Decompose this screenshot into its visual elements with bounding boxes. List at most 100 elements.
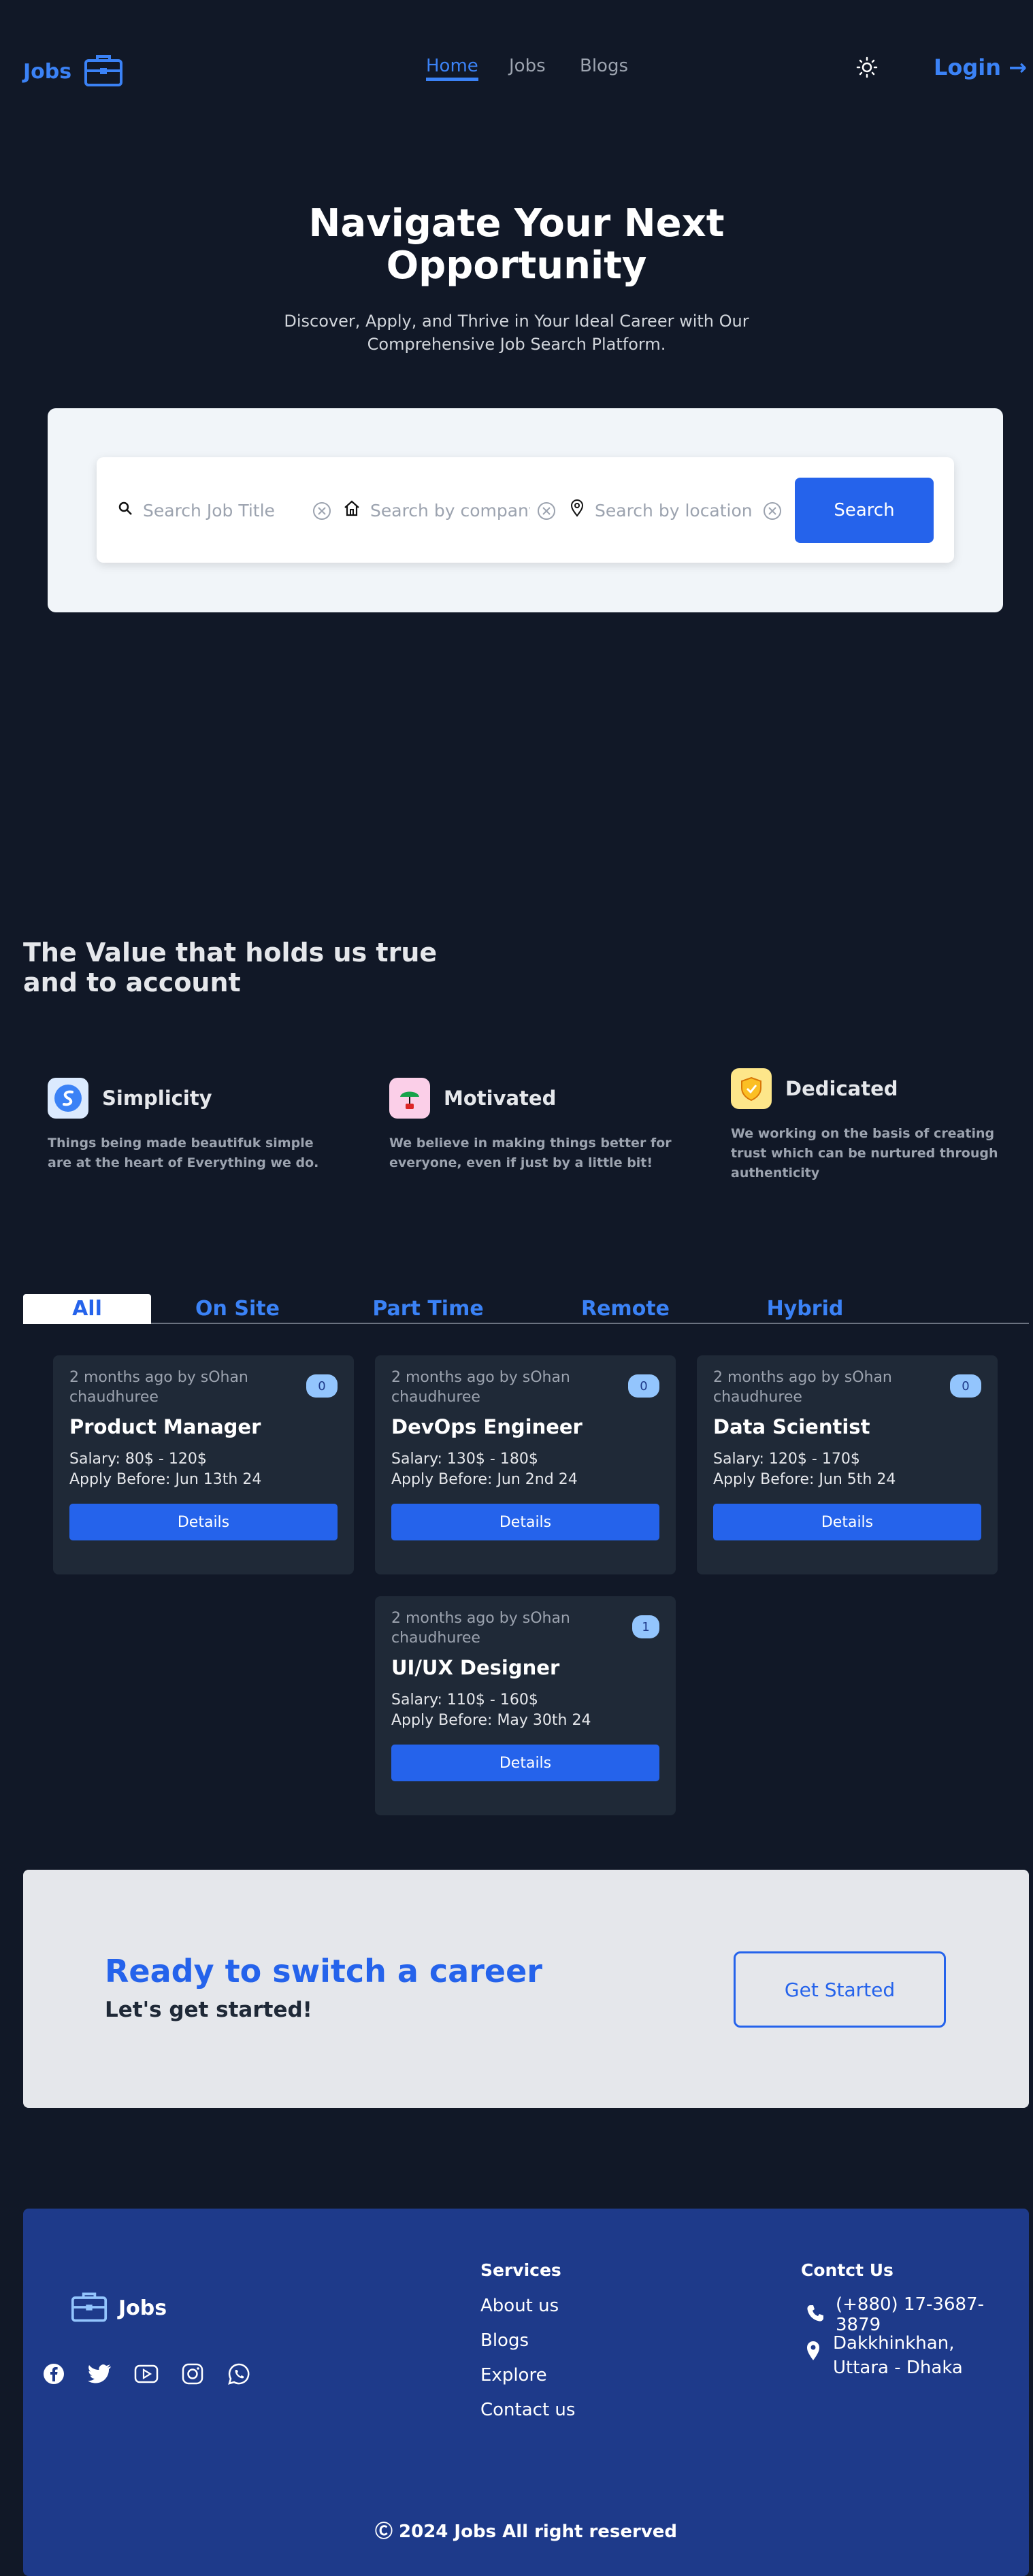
nav-home[interactable]: Home <box>426 56 478 81</box>
job-apply-before: Apply Before: Jun 2nd 24 <box>391 1471 578 1488</box>
value-desc-line: We believe in making things better for <box>389 1136 672 1151</box>
hero-title: Navigate Your Next Opportunity <box>0 203 1033 287</box>
tab-part-time[interactable]: Part Time <box>363 1294 493 1324</box>
details-button[interactable]: Details <box>69 1504 338 1540</box>
search-icon <box>117 500 133 521</box>
simplicity-icon <box>48 1078 88 1119</box>
job-card: 2 months ago by sOhan chaudhuree 0 DevOps… <box>375 1355 676 1574</box>
job-salary: Salary: 120$ - 170$ <box>713 1451 860 1468</box>
hero-subtitle-line1: Discover, Apply, and Thrive in Your Idea… <box>284 312 749 331</box>
logo-text: Jobs <box>23 59 72 84</box>
phone-number[interactable]: (+880) 17-3687-3879 <box>836 2294 1029 2335</box>
footer-logo[interactable]: Jobs <box>71 2290 167 2326</box>
navbar: Jobs Home Jobs Blogs Login → <box>0 41 1033 95</box>
job-card: 2 months ago by sOhan chaudhuree 0 Produc… <box>53 1355 354 1574</box>
cta-title: Ready to switch a career <box>105 1953 542 1989</box>
job-meta: 2 months ago by sOhan chaudhuree <box>391 1368 616 1407</box>
details-button[interactable]: Details <box>713 1504 981 1540</box>
theme-toggle-sun-icon[interactable] <box>856 56 878 81</box>
job-salary: Salary: 80$ - 120$ <box>69 1451 207 1468</box>
address-row: Dakkhinkhan, Uttara - Dhaka <box>806 2331 963 2380</box>
job-meta-line: chaudhuree <box>391 1630 480 1647</box>
tab-hybrid[interactable]: Hybrid <box>747 1294 863 1324</box>
value-description: We working on the basis of creating trus… <box>731 1124 1003 1183</box>
nav-blogs[interactable]: Blogs <box>580 56 628 76</box>
value-description: We believe in making things better for e… <box>389 1134 675 1173</box>
values-title: The Value that holds us true and to acco… <box>23 938 437 997</box>
value-title: Motivated <box>444 1087 557 1110</box>
company-field[interactable]: Search by company <box>343 497 530 524</box>
job-title: Data Scientist <box>713 1415 870 1438</box>
clear-company-icon[interactable] <box>536 501 557 524</box>
footer-link-blogs[interactable]: Blogs <box>480 2330 529 2351</box>
contact-heading: Contct Us <box>801 2260 893 2280</box>
facebook-icon[interactable] <box>41 2361 67 2387</box>
instagram-icon[interactable] <box>180 2361 206 2387</box>
value-desc-line: everyone, even if just by a little bit! <box>389 1155 653 1170</box>
whatsapp-icon[interactable] <box>226 2361 252 2387</box>
tab-all[interactable]: All <box>23 1294 151 1324</box>
youtube-icon[interactable] <box>133 2361 159 2387</box>
map-pin-icon <box>806 2341 821 2364</box>
copyright: Ⓒ 2024 Jobs All right reserved <box>374 2522 678 2542</box>
job-title-input[interactable]: Search Job Title <box>143 501 275 521</box>
footer: Jobs Services About us Blogs Explore Con… <box>23 2209 1029 2576</box>
value-dedicated: Dedicated We working on the basis of cre… <box>731 1068 1003 1183</box>
footer-logo-text: Jobs <box>118 2296 167 2320</box>
address: Dakkhinkhan, Uttara - Dhaka <box>833 2331 963 2380</box>
tab-remote[interactable]: Remote <box>568 1294 683 1324</box>
job-title: DevOps Engineer <box>391 1415 583 1438</box>
job-apply-before: Apply Before: Jun 13th 24 <box>69 1471 262 1488</box>
job-meta-line: 2 months ago by sOhan <box>713 1369 892 1386</box>
search-button[interactable]: Search <box>795 478 934 543</box>
get-started-button[interactable]: Get Started <box>734 1951 946 2028</box>
motivated-icon <box>389 1078 430 1119</box>
login-link[interactable]: Login → <box>934 54 1027 80</box>
logo[interactable]: Jobs <box>23 53 123 90</box>
job-card: 2 months ago by sOhan chaudhuree 0 Data S… <box>697 1355 998 1574</box>
applicant-badge: 0 <box>306 1374 338 1398</box>
job-meta: 2 months ago by sOhan chaudhuree <box>69 1368 294 1407</box>
job-apply-before: Apply Before: May 30th 24 <box>391 1712 591 1729</box>
phone-icon <box>806 2304 825 2326</box>
job-meta-line: 2 months ago by sOhan <box>391 1369 570 1386</box>
cta-section: Ready to switch a career Let's get start… <box>23 1870 1029 2108</box>
briefcase-icon <box>84 53 123 90</box>
job-salary: Salary: 110$ - 160$ <box>391 1691 538 1708</box>
address-line: Uttara - Dhaka <box>833 2358 963 2378</box>
twitter-icon[interactable] <box>87 2361 113 2387</box>
company-input[interactable]: Search by company <box>370 501 530 521</box>
job-apply-before: Apply Before: Jun 5th 24 <box>713 1471 896 1488</box>
job-title-field[interactable]: Search Job Title <box>117 497 314 524</box>
tab-on-site[interactable]: On Site <box>180 1294 295 1324</box>
applicant-badge: 1 <box>632 1615 659 1638</box>
location-field[interactable]: Search by location <box>569 497 754 524</box>
job-meta-line: chaudhuree <box>69 1389 159 1406</box>
address-line: Dakkhinkhan, <box>833 2333 955 2354</box>
shield-icon <box>731 1068 772 1109</box>
values-title-line1: The Value that holds us true <box>23 938 438 968</box>
job-meta-line: chaudhuree <box>713 1389 802 1406</box>
briefcase-icon <box>71 2290 108 2326</box>
details-button[interactable]: Details <box>391 1504 659 1540</box>
clear-job-title-icon[interactable] <box>312 501 332 524</box>
job-meta: 2 months ago by sOhan chaudhuree <box>713 1368 938 1407</box>
job-meta-line: 2 months ago by sOhan <box>69 1369 248 1386</box>
location-input[interactable]: Search by location <box>595 501 753 521</box>
search-bar: Search Job Title Search by company Searc… <box>97 457 954 563</box>
value-desc-line: We working on the basis of creating <box>731 1126 995 1141</box>
nav-jobs[interactable]: Jobs <box>509 56 546 76</box>
applicant-badge: 0 <box>628 1374 659 1398</box>
home-icon <box>343 499 361 521</box>
hero-title-line1: Navigate Your Next <box>308 201 725 246</box>
cta-subtitle: Let's get started! <box>105 1998 312 2022</box>
footer-link-about[interactable]: About us <box>480 2296 559 2316</box>
details-button[interactable]: Details <box>391 1745 659 1781</box>
value-desc-line: Things being made beautifuk simple <box>48 1136 314 1151</box>
value-desc-line: authenticity <box>731 1166 820 1180</box>
services-heading: Services <box>480 2260 561 2280</box>
footer-link-contact[interactable]: Contact us <box>480 2400 575 2420</box>
footer-link-explore[interactable]: Explore <box>480 2365 547 2385</box>
clear-location-icon[interactable] <box>762 501 783 524</box>
job-title: Product Manager <box>69 1415 261 1438</box>
